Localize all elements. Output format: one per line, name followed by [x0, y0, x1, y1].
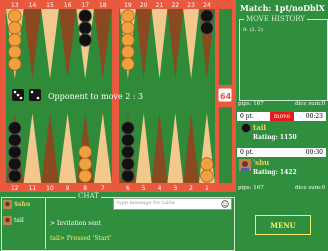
player-name-tail[interactable]: tail	[253, 123, 266, 132]
point-number: 19	[124, 2, 132, 9]
player-rating-shu: Rating: 1422	[253, 169, 297, 176]
top-pips: pips: 167	[238, 101, 264, 107]
orange-checker[interactable]	[8, 45, 22, 59]
point-number: 11	[29, 185, 37, 192]
move-indicator: move	[270, 112, 294, 121]
top-timer: 00:23	[305, 113, 323, 120]
point-number: 20	[140, 2, 148, 9]
black-checker[interactable]	[8, 145, 22, 159]
orange-checker[interactable]	[8, 9, 22, 23]
player-rating-tail: Rating: 1150	[253, 134, 297, 141]
black-checker[interactable]	[8, 121, 22, 135]
point-number: 12	[11, 185, 19, 192]
orange-checker[interactable]	[8, 21, 22, 35]
point-number: 22	[171, 2, 179, 9]
player-name-shu[interactable]: 'shu	[253, 158, 269, 167]
orange-checker[interactable]	[200, 157, 214, 171]
top-dice-sum: dice sum:0	[295, 101, 326, 107]
point-number: 5	[142, 185, 146, 192]
orange-checker[interactable]	[8, 57, 22, 71]
black-checker[interactable]	[200, 9, 214, 23]
avatar	[239, 159, 251, 171]
chat-user-name: tail	[14, 217, 24, 224]
orange-checker[interactable]	[78, 157, 92, 171]
point-number: 8	[83, 185, 87, 192]
black-checker[interactable]	[121, 133, 135, 147]
point-number: 16	[64, 2, 72, 9]
point-number: 23	[187, 2, 195, 9]
point-number: 10	[46, 185, 54, 192]
point-number: 9	[66, 185, 70, 192]
top-score: 0 pt.	[240, 113, 254, 120]
bear-off-top	[219, 9, 232, 85]
die	[29, 89, 41, 101]
orange-checker[interactable]	[121, 21, 135, 35]
point-number: 6	[126, 185, 130, 192]
bottom-score: 0 pt.	[240, 149, 254, 156]
black-checker[interactable]	[8, 133, 22, 147]
chat-input-placeholder: type message for table	[117, 200, 175, 206]
point-number: 2	[189, 185, 193, 192]
chat-user-list: $shu tail	[1, 197, 46, 249]
black-checker[interactable]	[121, 145, 135, 159]
move-history-text: 8: (2, 2)	[243, 27, 263, 33]
checker-icon	[241, 123, 251, 133]
point-number: 7	[101, 185, 105, 192]
chat-user-item[interactable]: tail	[3, 216, 43, 226]
point-number: 13	[11, 2, 19, 9]
orange-checker[interactable]	[78, 169, 92, 183]
chat-user-item[interactable]: $shu	[3, 200, 43, 210]
point-number: 14	[29, 2, 37, 9]
bottom-pips: pips: 167	[238, 185, 264, 191]
bear-off-bottom	[219, 107, 232, 183]
point-number: 3	[173, 185, 177, 192]
orange-checker[interactable]	[8, 33, 22, 47]
orange-checker[interactable]	[200, 169, 214, 183]
black-checker[interactable]	[8, 157, 22, 171]
chat-message: tail> Pressed 'Start'	[50, 235, 112, 242]
point-number: 4	[158, 185, 162, 192]
black-checker[interactable]	[200, 21, 214, 35]
point-number: 24	[203, 2, 211, 9]
black-checker[interactable]	[78, 9, 92, 23]
player-row-bottom: 0 pt. 00:30	[237, 148, 326, 157]
chat-legend: CHAT	[76, 192, 101, 200]
black-checker[interactable]	[121, 157, 135, 171]
chat-input[interactable]: type message for table	[113, 198, 232, 210]
backgammon-board[interactable]: 131214111510169178187196205214223232241 …	[0, 0, 236, 192]
black-checker[interactable]	[78, 33, 92, 47]
point-number: 15	[46, 2, 54, 9]
chat-user-name: $shu	[14, 201, 31, 208]
black-checker[interactable]	[121, 121, 135, 135]
point-number: 17	[81, 2, 89, 9]
move-history-legend: MOVE HISTORY	[244, 15, 307, 23]
game-status-message: Opponent to move 2 : 3	[48, 92, 143, 101]
emoji-icon[interactable]	[221, 200, 229, 208]
orange-checker[interactable]	[121, 33, 135, 47]
cube-value: 64	[220, 92, 232, 101]
point-number: 1	[205, 185, 209, 192]
orange-checker[interactable]	[121, 9, 135, 23]
avatar	[3, 200, 12, 209]
orange-checker[interactable]	[78, 145, 92, 159]
point-number: 21	[156, 2, 164, 9]
black-checker[interactable]	[8, 169, 22, 183]
bottom-dice-sum: dice sum:0	[295, 185, 326, 191]
orange-checker[interactable]	[121, 57, 135, 71]
player-card-tail: tail Rating: 1150	[237, 122, 326, 147]
player-card-shu: 'shu Rating: 1422	[237, 157, 326, 182]
point-number: 18	[99, 2, 107, 9]
chat-message: > Invitation sent	[50, 220, 102, 227]
orange-checker[interactable]	[121, 45, 135, 59]
player-row-top: 0 pt. move 00:23	[237, 112, 326, 121]
menu-button[interactable]: MENU	[255, 215, 311, 235]
match-title: Match: 1pt/noDblX	[240, 3, 325, 13]
bottom-timer: 00:30	[305, 149, 323, 156]
black-checker[interactable]	[121, 169, 135, 183]
black-checker[interactable]	[78, 21, 92, 35]
avatar	[3, 216, 12, 225]
